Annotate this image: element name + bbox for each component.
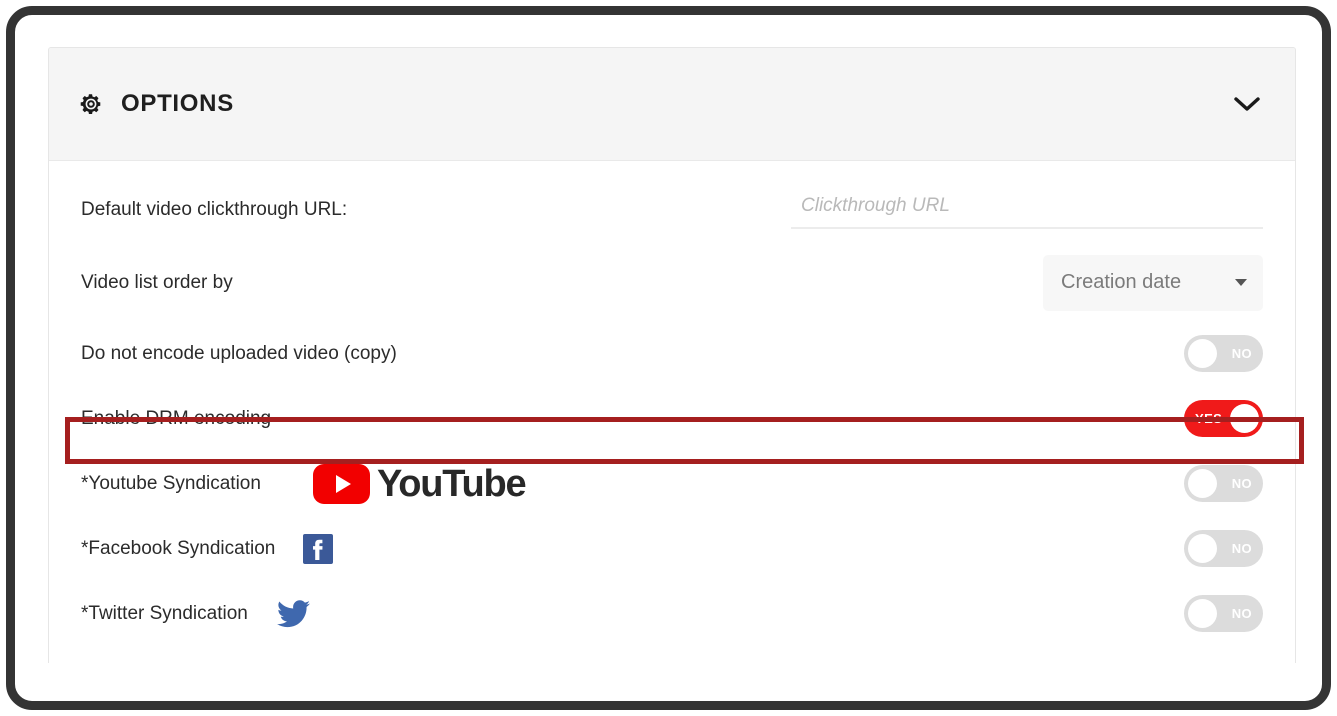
twitter-syndication-label: *Twitter Syndication [81,602,248,624]
facebook-syndication-toggle[interactable]: NO [1184,530,1263,567]
toggle-knob [1188,534,1217,563]
page-title: OPTIONS [121,90,234,117]
chevron-down-icon[interactable] [1233,95,1261,113]
toggle-knob [1188,339,1217,368]
video-list-order-selected-value: Creation date [1061,271,1182,293]
row-twitter-syndication: *Twitter Syndication NO [81,581,1263,646]
twitter-logo-slot [276,599,310,628]
chevron-down-icon [1235,279,1247,286]
twitter-icon [276,599,310,627]
video-list-order-select[interactable]: Creation date [1043,254,1263,311]
toggle-state-label: NO [1231,606,1252,621]
toggle-state-label: YES [1195,411,1223,426]
options-card: OPTIONS Default video clickthrough URL: … [48,47,1296,663]
do-not-encode-label: Do not encode uploaded video (copy) [81,342,397,364]
youtube-syndication-label: *Youtube Syndication [81,472,261,494]
row-enable-drm-encoding: Enable DRM encoding YES [81,386,1263,451]
gear-icon [80,94,101,114]
enable-drm-encoding-label: Enable DRM encoding [81,407,272,429]
twitter-syndication-toggle[interactable]: NO [1184,595,1263,632]
video-list-order-label: Video list order by [81,271,233,293]
row-video-list-order: Video list order by Creation date [81,244,1263,321]
options-card-header[interactable]: OPTIONS [49,48,1295,161]
youtube-wordmark: YouTube [376,462,527,505]
clickthrough-url-field-wrap [791,190,1263,229]
toggle-state-label: NO [1231,346,1252,361]
device-frame: OPTIONS Default video clickthrough URL: … [6,6,1331,710]
toggle-knob [1188,469,1217,498]
toggle-state-label: NO [1231,541,1252,556]
facebook-syndication-label: *Facebook Syndication [81,537,276,559]
youtube-play-badge-icon [312,463,370,504]
facebook-logo-slot [303,533,334,564]
toggle-knob [1188,599,1217,628]
facebook-icon [303,533,334,564]
row-do-not-encode: Do not encode uploaded video (copy) NO [81,321,1263,386]
toggle-knob [1230,404,1259,433]
row-clickthrough-url: Default video clickthrough URL: [81,161,1263,244]
do-not-encode-toggle[interactable]: NO [1184,335,1263,372]
clickthrough-url-input[interactable] [791,190,1263,229]
enable-drm-encoding-toggle[interactable]: YES [1184,400,1263,437]
youtube-syndication-toggle[interactable]: NO [1184,465,1263,502]
options-card-body: Default video clickthrough URL: Video li… [49,161,1295,646]
youtube-logo: YouTube [312,462,527,505]
toggle-state-label: NO [1231,476,1252,491]
clickthrough-url-label: Default video clickthrough URL: [81,198,348,220]
row-youtube-syndication: *Youtube Syndication YouTube NO [81,451,1263,516]
row-facebook-syndication: *Facebook Syndication NO [81,516,1263,581]
